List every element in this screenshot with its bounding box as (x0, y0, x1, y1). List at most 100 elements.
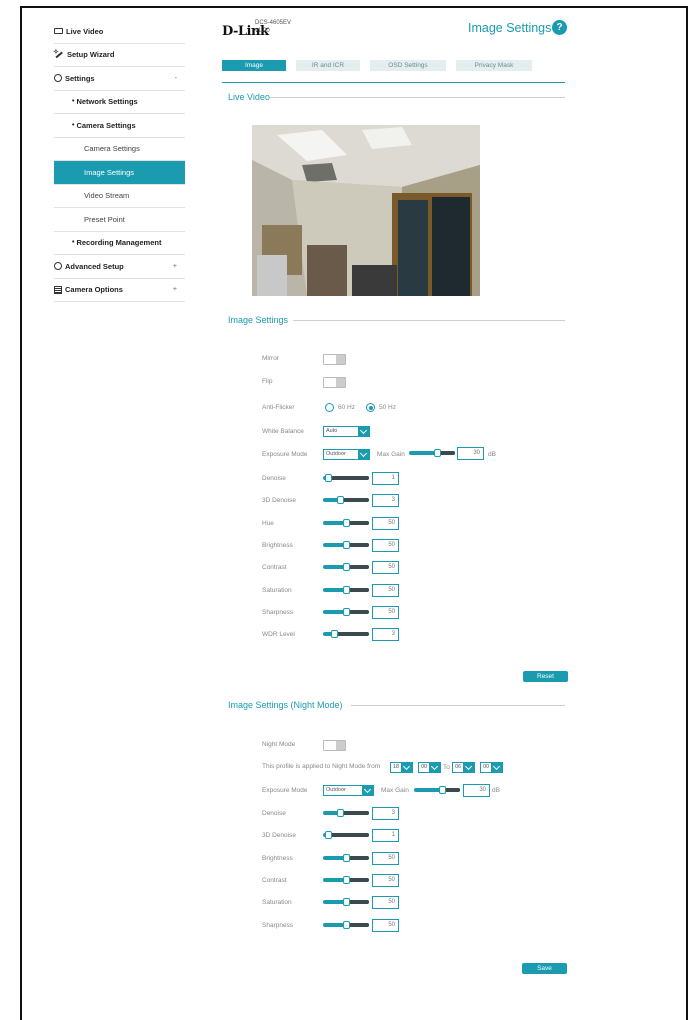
night-brightness-input[interactable]: 50 (372, 851, 399, 865)
night-mode-toggle[interactable] (323, 740, 346, 751)
reset-button[interactable]: Reset (523, 671, 568, 682)
anti-flicker-50hz-label: 50 Hz (379, 404, 396, 411)
save-button[interactable]: Save (522, 963, 567, 974)
wdr-level-input[interactable]: 3 (372, 628, 399, 642)
exposure-mode-label: Exposure Mode (262, 451, 308, 458)
schedule-label: This profile is applied to Night Mode fr… (262, 763, 381, 770)
sharpness-input[interactable]: 50 (372, 605, 399, 619)
3d-denoise-input[interactable]: 3 (372, 494, 399, 508)
saturation-slider[interactable] (323, 585, 369, 594)
advanced-setup-icon (54, 262, 62, 271)
to-minute-select[interactable]: 00 (480, 762, 503, 773)
sidebar-item-setup-wizard[interactable]: Setup Wizard (53, 44, 185, 67)
white-balance-value: Auto (326, 428, 338, 434)
chevron-down-icon (358, 449, 370, 460)
help-icon[interactable]: ? (552, 20, 567, 35)
contrast-input[interactable]: 50 (372, 561, 399, 575)
hue-slider[interactable] (323, 518, 369, 527)
sidebar-item-video-stream[interactable]: Video Stream (54, 185, 185, 208)
slider-handle[interactable] (343, 853, 350, 862)
night-3d-denoise-slider[interactable] (323, 831, 369, 840)
live-video-preview[interactable] (252, 125, 480, 296)
max-gain-slider[interactable] (409, 449, 455, 457)
night-denoise-input[interactable]: 3 (372, 807, 399, 820)
tab-ir-and-icr[interactable]: IR and ICR (296, 60, 360, 71)
tab-image[interactable]: Image (222, 60, 286, 71)
max-gain-input[interactable]: 30 (457, 447, 484, 460)
from-minute-value: 00 (421, 764, 428, 770)
slider-handle[interactable] (343, 920, 350, 929)
brightness-input[interactable]: 50 (372, 538, 399, 552)
slider-handle[interactable] (325, 474, 332, 482)
night-max-gain-input[interactable]: 30 (463, 784, 490, 797)
sharpness-slider[interactable] (323, 607, 369, 616)
anti-flicker-60hz-radio[interactable] (325, 403, 334, 412)
night-contrast-input[interactable]: 50 (372, 873, 399, 887)
sidebar-item-network-settings[interactable]: • Network Settings (54, 91, 185, 114)
sidebar-item-live-video[interactable]: Live Video (54, 20, 185, 44)
exposure-mode-select[interactable]: Outdoor (323, 449, 370, 460)
slider-handle[interactable] (343, 607, 350, 616)
night-max-gain-slider[interactable] (414, 786, 460, 794)
night-exposure-mode-select[interactable]: Outdoor (323, 785, 374, 796)
3d-denoise-slider[interactable] (323, 496, 369, 505)
contrast-slider[interactable] (323, 563, 369, 572)
chevron-down-icon (491, 762, 503, 773)
night-denoise-slider[interactable] (323, 809, 369, 817)
denoise-slider[interactable] (323, 474, 369, 482)
from-minute-select[interactable]: 00 (418, 762, 441, 773)
night-sharpness-input[interactable]: 50 (372, 918, 399, 932)
anti-flicker-50hz-radio[interactable] (366, 403, 375, 412)
section-heading-live-video: Live Video (228, 92, 270, 102)
from-hour-select[interactable]: 18 (390, 762, 413, 773)
night-saturation-input[interactable]: 50 (372, 896, 399, 910)
expand-icon: + (172, 262, 177, 270)
denoise-input[interactable]: 1 (372, 472, 399, 485)
hue-input[interactable]: 50 (372, 516, 399, 530)
slider-handle[interactable] (337, 809, 344, 817)
slider-handle[interactable] (439, 786, 446, 794)
max-gain-label: Max Gain (377, 451, 405, 458)
slider-handle[interactable] (343, 518, 350, 527)
white-balance-label: White Balance (262, 428, 304, 435)
slider-handle[interactable] (337, 496, 344, 505)
sidebar-item-label: Setup Wizard (67, 50, 115, 60)
sidebar-item-camera-options[interactable]: Camera Options + (54, 279, 185, 302)
sidebar-item-settings[interactable]: Settings - (54, 67, 185, 91)
camera-image (252, 125, 480, 296)
sidebar-item-camera-settings[interactable]: Camera Settings (54, 138, 185, 161)
mirror-toggle[interactable] (323, 354, 346, 365)
slider-handle[interactable] (343, 563, 350, 572)
anti-flicker-60hz-label: 60 Hz (338, 404, 355, 411)
night-sharpness-slider[interactable] (323, 920, 369, 929)
brightness-slider[interactable] (323, 540, 369, 549)
saturation-input[interactable]: 50 (372, 583, 399, 597)
slider-handle[interactable] (325, 831, 332, 840)
bullet-icon: • (72, 239, 75, 247)
night-brightness-slider[interactable] (323, 853, 369, 862)
bullet-icon: • (72, 98, 75, 106)
night-contrast-slider[interactable] (323, 875, 369, 884)
night-3d-denoise-input[interactable]: 1 (372, 829, 399, 843)
slider-handle[interactable] (343, 898, 350, 907)
night-saturation-slider[interactable] (323, 898, 369, 907)
sidebar-item-preset-point[interactable]: Preset Point (54, 208, 185, 232)
wdr-level-slider[interactable] (323, 630, 369, 639)
sidebar-item-advanced-setup[interactable]: Advanced Setup + (54, 255, 185, 279)
to-hour-select[interactable]: 06 (452, 762, 475, 773)
slider-handle[interactable] (343, 540, 350, 549)
night-max-gain-label: Max Gain (381, 787, 409, 794)
sidebar-item-recording-management[interactable]: • Recording Management (54, 232, 185, 255)
sidebar-item-camera-settings-group[interactable]: • Camera Settings (54, 114, 185, 138)
tab-privacy-mask[interactable]: Privacy Mask (456, 60, 532, 71)
tab-osd-settings[interactable]: OSD Settings (370, 60, 446, 71)
slider-handle[interactable] (434, 449, 441, 457)
slider-handle[interactable] (343, 875, 350, 884)
camera-options-icon (54, 285, 62, 294)
slider-handle[interactable] (331, 630, 338, 639)
flip-toggle[interactable] (323, 377, 346, 388)
sidebar-item-image-settings[interactable]: Image Settings (54, 161, 185, 185)
slider-handle[interactable] (343, 585, 350, 594)
chevron-down-icon (463, 762, 475, 773)
white-balance-select[interactable]: Auto (323, 426, 370, 437)
